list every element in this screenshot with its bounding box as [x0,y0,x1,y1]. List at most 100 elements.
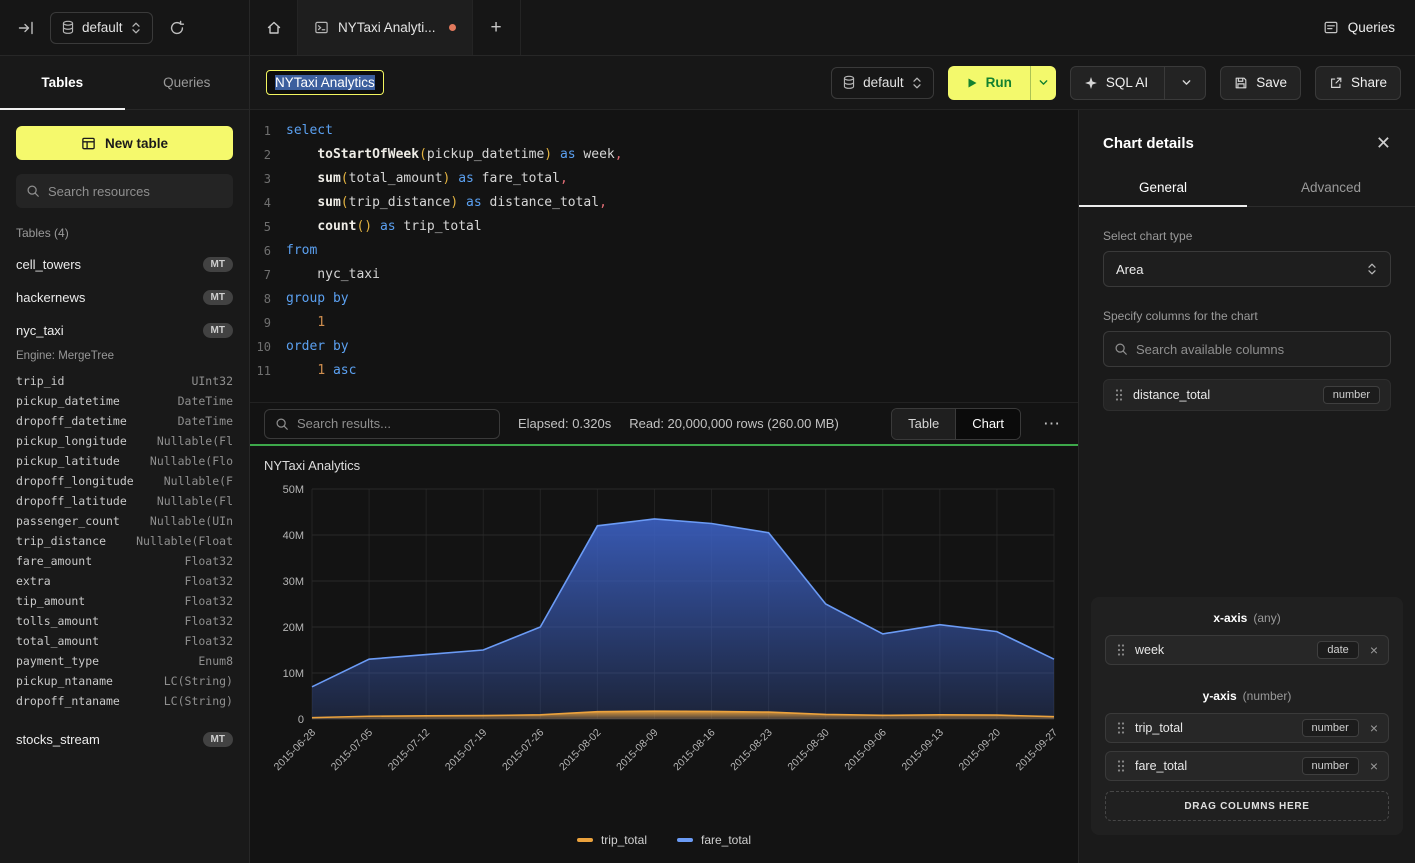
drag-handle-icon[interactable] [1114,388,1124,402]
view-chart-button[interactable]: Chart [955,409,1020,439]
elapsed-stat: Elapsed: 0.320s [518,416,611,431]
view-table-button[interactable]: Table [892,409,955,439]
results-search-input[interactable] [297,416,489,431]
code-token: select [286,123,333,138]
column-type: Nullable(Fl [157,494,233,508]
line-number: 3 [250,167,286,191]
code-text: sum(trip_distance) as distance_total, [286,191,607,215]
editor-line[interactable]: 6from [250,239,1078,263]
editor-line[interactable]: 3 sum(total_amount) as fare_total, [250,167,1078,191]
svg-text:2015-08-02: 2015-08-02 [557,727,604,774]
run-options-button[interactable] [1030,66,1056,100]
column-name: pickup_ntaname [16,674,164,688]
available-column-row[interactable]: distance_totalnumber [1103,379,1391,411]
save-button[interactable]: Save [1220,66,1301,100]
x-axis-hint: (any) [1253,611,1280,625]
new-table-label: New table [105,136,168,151]
console-tab-icon [314,20,329,35]
tab-advanced[interactable]: Advanced [1247,168,1415,206]
query-header: NYTaxi Analytics default [250,56,1415,110]
database-icon [61,20,75,35]
line-number: 9 [250,311,286,335]
sidebar-table-row[interactable]: hackernewsMT [0,281,249,314]
legend-item[interactable]: fare_total [677,833,751,847]
column-row: total_amountFloat32 [0,631,249,651]
x-axis-column-row[interactable]: weekdate× [1105,635,1389,665]
column-type: LC(String) [164,694,233,708]
column-name: dropoff_datetime [16,414,178,428]
column-label: distance_total [1133,388,1314,402]
svg-text:2015-08-09: 2015-08-09 [614,727,661,774]
columns-search-input[interactable] [1136,342,1380,357]
code-token: as [458,171,474,186]
editor-line[interactable]: 2 toStartOfWeek(pickup_datetime) as week… [250,143,1078,167]
table-icon [81,136,96,151]
svg-text:50M: 50M [283,484,304,496]
editor-line[interactable]: 4 sum(trip_distance) as distance_total, [250,191,1078,215]
editor-line[interactable]: 9 1 [250,311,1078,335]
query-title-input[interactable]: NYTaxi Analytics [266,70,384,95]
sidebar-table-row[interactable]: cell_towersMT [0,248,249,281]
remove-column-button[interactable]: × [1370,721,1378,735]
new-tab-button[interactable]: + [473,0,521,55]
code-token: trip_total [396,219,482,234]
editor-line[interactable]: 5 count() as trip_total [250,215,1078,239]
code-token: count [317,219,356,234]
header-database-selector[interactable]: default [831,67,934,99]
editor-line[interactable]: 10order by [250,335,1078,359]
search-icon [275,417,289,431]
y-axis-column-row[interactable]: trip_totalnumber× [1105,713,1389,743]
sidebar-tab-queries[interactable]: Queries [125,56,250,109]
remove-column-button[interactable]: × [1370,643,1378,657]
more-options-button[interactable]: ⋯ [1039,414,1064,434]
y-axis-column-row[interactable]: fare_totalnumber× [1105,751,1389,781]
home-icon [266,20,282,36]
share-button[interactable]: Share [1315,66,1401,100]
sidebar-table-row[interactable]: nyc_taxiMT [0,314,249,347]
refresh-button[interactable] [163,14,191,42]
column-type: Float32 [185,554,233,568]
run-button-group: Run [948,66,1056,100]
main: NYTaxi Analytics default [250,56,1415,863]
home-tab[interactable] [250,0,298,55]
chevrons-updown-icon [1366,262,1378,276]
results-search[interactable] [264,409,500,439]
sidebar-tab-tables[interactable]: Tables [0,56,125,109]
drag-handle-icon[interactable] [1116,759,1126,773]
drop-zone[interactable]: DRAG COLUMNS HERE [1105,791,1389,821]
chart-type-select[interactable]: Area [1103,251,1391,287]
sql-editor[interactable]: 1select2 toStartOfWeek(pickup_datetime) … [250,110,1078,402]
drag-handle-icon[interactable] [1116,721,1126,735]
collapse-sidebar-button[interactable] [12,14,40,42]
drag-handle-icon[interactable] [1116,643,1126,657]
area-chart[interactable]: 010M20M30M40M50M2015-06-282015-07-052015… [264,479,1064,831]
editor-line[interactable]: 7 nyc_taxi [250,263,1078,287]
query-title-text: NYTaxi Analytics [275,75,375,90]
sql-ai-button[interactable]: SQL AI [1070,66,1206,100]
columns-search[interactable] [1103,331,1391,367]
editor-line[interactable]: 1select [250,119,1078,143]
close-panel-button[interactable]: ✕ [1376,134,1391,152]
code-token: () [356,219,372,234]
code-token: toStartOfWeek [317,147,419,162]
sidebar-search[interactable] [16,174,233,208]
columns-label: Specify columns for the chart [1079,287,1415,331]
chevron-down-icon[interactable] [1173,77,1192,88]
sidebar-search-input[interactable] [48,184,223,199]
tab-general[interactable]: General [1079,168,1247,206]
code-token: group by [286,291,349,306]
sidebar-table-row[interactable]: stocks_streamMT [0,723,249,756]
svg-text:2015-08-16: 2015-08-16 [671,727,718,774]
editor-line[interactable]: 11 1 asc [250,359,1078,383]
engine-badge: MT [203,290,233,305]
queries-button[interactable]: Queries [1303,0,1415,55]
sidebar-tab-queries-label: Queries [163,75,210,90]
svg-text:20M: 20M [283,622,304,634]
topbar-database-selector[interactable]: default [50,12,153,44]
remove-column-button[interactable]: × [1370,759,1378,773]
editor-line[interactable]: 8group by [250,287,1078,311]
legend-item[interactable]: trip_total [577,833,647,847]
new-table-button[interactable]: New table [16,126,233,160]
query-tab[interactable]: NYTaxi Analyti... [298,0,473,55]
run-button[interactable]: Run [948,66,1030,100]
